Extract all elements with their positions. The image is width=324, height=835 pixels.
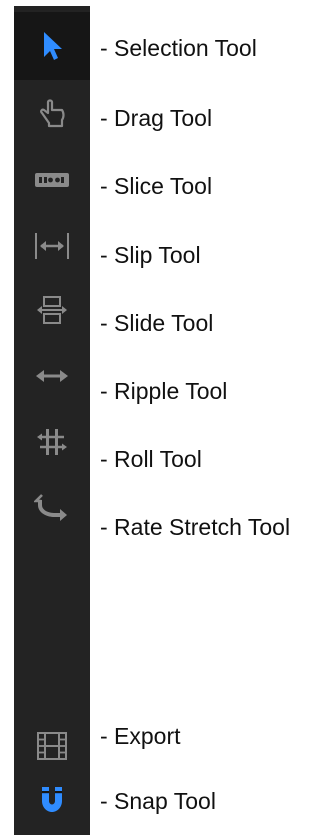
ripple-arrows-icon: [36, 370, 68, 382]
slip-tool-button[interactable]: [14, 212, 90, 280]
selection-tool-button[interactable]: [14, 12, 90, 80]
slice-blade-icon: [35, 173, 69, 187]
selection-tool-label: - Selection Tool: [100, 35, 257, 61]
snap-tool-label: - Snap Tool: [100, 788, 216, 814]
ripple-tool-button[interactable]: [14, 342, 90, 410]
slide-tool-button[interactable]: [14, 276, 90, 344]
export-label: - Export: [100, 723, 181, 749]
drag-hand-icon: [40, 99, 65, 128]
slip-tool-label: - Slip Tool: [100, 242, 201, 268]
snap-tool-button[interactable]: [14, 766, 90, 834]
drag-tool-button[interactable]: [14, 80, 90, 148]
roll-icon: [37, 429, 67, 455]
slide-icon: [37, 296, 67, 324]
ripple-tool-label: - Ripple Tool: [100, 378, 228, 404]
slide-tool-label: - Slide Tool: [100, 310, 214, 336]
roll-tool-button[interactable]: [14, 408, 90, 476]
rate-stretch-tool-button[interactable]: [14, 474, 90, 542]
magnet-icon: [42, 787, 62, 812]
drag-tool-label: - Drag Tool: [100, 105, 213, 131]
film-strip-icon: [37, 732, 67, 760]
slice-tool-label: - Slice Tool: [100, 173, 213, 199]
rate-stretch-tool-label: - Rate Stretch Tool: [100, 514, 291, 540]
selection-arrow-icon: [44, 32, 62, 60]
slip-arrows-icon: [35, 233, 69, 259]
rate-stretch-icon: [34, 494, 67, 521]
slice-tool-button[interactable]: [14, 146, 90, 214]
tool-panel: [14, 6, 90, 835]
roll-tool-label: - Roll Tool: [100, 446, 202, 472]
